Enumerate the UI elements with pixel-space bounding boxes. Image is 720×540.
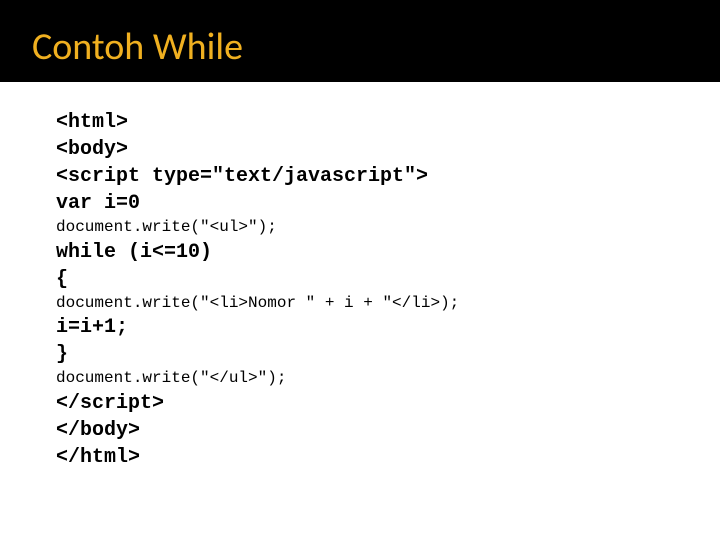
code-line: <body> xyxy=(56,136,664,163)
code-line: i=i+1; xyxy=(56,314,664,341)
code-line: </script> xyxy=(56,390,664,417)
code-line: } xyxy=(56,341,664,368)
slide-header: Contoh While xyxy=(0,0,720,85)
slide-title: Contoh While xyxy=(32,24,688,70)
code-line: <script type="text/javascript"> xyxy=(56,163,664,190)
code-line: <html> xyxy=(56,109,664,136)
code-line: var i=0 xyxy=(56,190,664,217)
code-line: while (i<=10) xyxy=(56,239,664,266)
code-line: { xyxy=(56,266,664,293)
code-block: <html> <body> <script type="text/javascr… xyxy=(0,85,720,495)
code-line: document.write("</ul>"); xyxy=(56,368,664,390)
code-line: document.write("<li>Nomor " + i + "</li>… xyxy=(56,293,664,315)
code-line: </html> xyxy=(56,444,664,471)
code-line: </body> xyxy=(56,417,664,444)
code-line: document.write("<ul>"); xyxy=(56,217,664,239)
